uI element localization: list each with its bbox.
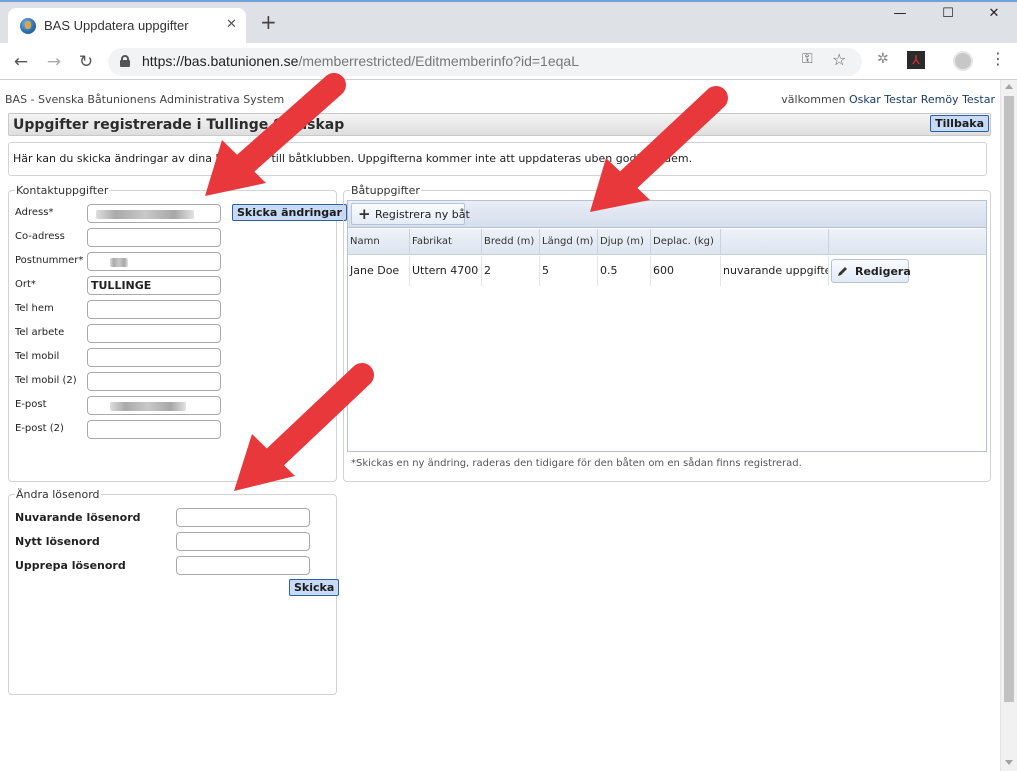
- contact-field-input[interactable]: [87, 372, 221, 391]
- boat-displacement-cell: 600: [651, 256, 721, 286]
- info-text: Här kan du skicka ändringar av dina ko p…: [13, 152, 693, 165]
- submit-password-button[interactable]: Skicka: [289, 579, 340, 596]
- boats-note: *Skickas en ny ändring, raderas den tidi…: [351, 458, 802, 469]
- new-password-input[interactable]: [176, 532, 310, 551]
- browser-chrome: BAS Uppdatera uppgifter ✕ + — ☐ ✕ ← → ↻ …: [0, 0, 1017, 80]
- contact-field-input[interactable]: [87, 228, 221, 247]
- minimize-button[interactable]: —: [880, 6, 920, 26]
- contact-field-label: Co-adress: [15, 231, 65, 242]
- column-header[interactable]: Djup (m): [598, 229, 651, 255]
- boats-fieldset: Båtuppgifter + Registrera ny båt Namn Fa…: [343, 184, 991, 482]
- password-fieldset: Ändra lösenord Nuvarande lösenord Nytt l…: [8, 488, 340, 695]
- redacted-value: [110, 402, 186, 411]
- contact-field-label: Postnummer*: [15, 255, 84, 266]
- menu-kebab-icon[interactable]: ⋮: [990, 49, 1006, 68]
- close-window-button[interactable]: ✕: [974, 6, 1014, 26]
- page-scrollbar[interactable]: [1000, 80, 1017, 771]
- window-frame: [0, 0, 1017, 2]
- star-icon[interactable]: ☆: [832, 50, 846, 69]
- password-legend: Ändra lösenord: [15, 488, 101, 501]
- contact-field-label: E-post (2): [15, 423, 64, 434]
- url-text[interactable]: https://bas.batunionen.se/memberrestrict…: [142, 53, 579, 69]
- contact-field-label: Tel arbete: [15, 327, 65, 338]
- contact-field-label: Tel mobil (2): [15, 375, 77, 386]
- boats-legend: Båtuppgifter: [350, 184, 421, 197]
- boat-make-cell: Uttern 4700: [410, 256, 482, 286]
- app-name: BAS - Svenska Båtunionens Administrativa…: [5, 93, 285, 106]
- key-icon[interactable]: ⚿: [802, 51, 813, 67]
- repeat-password-label: Upprepa lösenord: [15, 559, 126, 572]
- maximize-button[interactable]: ☐: [928, 6, 968, 26]
- contact-field-input[interactable]: [87, 324, 221, 343]
- page-title-bar: Uppgifter registrerade i Tullinge Se lls…: [8, 113, 991, 136]
- redacted-value: [110, 258, 128, 267]
- contact-field-input[interactable]: TULLINGE: [87, 276, 221, 295]
- contact-field-input[interactable]: [87, 420, 221, 439]
- pencil-icon: [838, 266, 848, 276]
- contact-field-input[interactable]: [87, 204, 221, 223]
- contact-field-label: Tel mobil: [15, 351, 60, 362]
- column-header: [721, 229, 829, 255]
- new-tab-button[interactable]: +: [260, 12, 277, 32]
- contact-field-input[interactable]: [87, 300, 221, 319]
- address-bar[interactable]: https://bas.batunionen.se/memberrestrict…: [108, 48, 862, 76]
- scroll-down-icon[interactable]: [1005, 760, 1013, 765]
- contact-field-input[interactable]: [87, 396, 221, 415]
- column-header[interactable]: Fabrikat: [410, 229, 482, 255]
- contact-field-input[interactable]: [87, 252, 221, 271]
- page-content: BAS - Svenska Båtunionens Administrativa…: [0, 80, 1000, 771]
- browser-tab[interactable]: BAS Uppdatera uppgifter ✕: [8, 8, 246, 43]
- globe-icon: [20, 18, 36, 34]
- contact-field-label: Adress*: [15, 207, 54, 218]
- grid-header: Namn Fabrikat Bredd (m) Längd (m) Djup (…: [348, 229, 986, 255]
- edit-boat-button[interactable]: Redigera: [831, 259, 911, 283]
- grid-toolbar: + Registrera ny båt: [348, 201, 986, 228]
- column-header[interactable]: Längd (m): [540, 229, 598, 255]
- contact-field-input[interactable]: [87, 348, 221, 367]
- extension-icon[interactable]: ✲: [877, 51, 895, 69]
- register-boat-button[interactable]: + Registrera ny båt: [351, 203, 470, 225]
- contact-field-label: E-post: [15, 399, 47, 410]
- column-header[interactable]: Deplac. (kg): [651, 229, 721, 255]
- close-tab-icon[interactable]: ✕: [226, 17, 237, 32]
- welcome-text: välkommen Oskar Testar Remöy Testar: [781, 93, 995, 106]
- edit-boat-label: Redigera: [855, 265, 911, 278]
- boats-grid: + Registrera ny båt Namn Fabrikat Bredd …: [347, 200, 987, 452]
- boat-length-cell: 5: [540, 256, 598, 286]
- page-title: Uppgifter registrerade i Tullinge Se lls…: [13, 117, 345, 133]
- plus-icon: +: [358, 205, 371, 223]
- boat-depth-cell: 0.5: [598, 256, 651, 286]
- boat-width-cell: 2: [482, 256, 540, 286]
- pdf-extension-icon[interactable]: ⅄: [907, 51, 925, 69]
- register-boat-label: Registrera ny båt: [375, 208, 470, 221]
- current-password-input[interactable]: [176, 508, 310, 527]
- reload-icon[interactable]: ↻: [73, 49, 99, 75]
- current-password-label: Nuvarande lösenord: [15, 511, 141, 524]
- tab-title: BAS Uppdatera uppgifter: [44, 18, 189, 33]
- profile-avatar[interactable]: [953, 51, 973, 71]
- repeat-password-input[interactable]: [176, 556, 310, 575]
- lock-icon: [120, 55, 130, 67]
- contact-field-label: Ort*: [15, 279, 36, 290]
- send-changes-button[interactable]: Skicka ändringar: [232, 204, 347, 221]
- info-box: Här kan du skicka ändringar av dina ko p…: [8, 142, 987, 176]
- back-arrow-icon[interactable]: ←: [8, 49, 34, 75]
- new-password-label: Nytt lösenord: [15, 535, 100, 548]
- redacted-value: [96, 210, 194, 219]
- contact-legend: Kontaktuppgifter: [15, 184, 110, 197]
- scroll-up-icon[interactable]: [1005, 84, 1013, 89]
- contact-field-label: Tel hem: [15, 303, 54, 314]
- user-name[interactable]: Oskar Testar Remöy Testar: [849, 93, 995, 106]
- contact-fieldset: Kontaktuppgifter Adress* Co-adress Postnum…: [8, 184, 347, 482]
- forward-arrow-icon[interactable]: →: [41, 49, 67, 75]
- browser-toolbar: ← → ↻ https://bas.batunionen.se/memberre…: [0, 43, 1017, 80]
- scroll-thumb[interactable]: [1004, 96, 1014, 702]
- column-header[interactable]: Bredd (m): [482, 229, 540, 255]
- column-header[interactable]: Namn: [348, 229, 410, 255]
- boat-name-cell: Jane Doe: [348, 256, 410, 286]
- boat-status-cell: nuvarande uppgifter: [721, 256, 829, 286]
- back-button[interactable]: Tillbaka: [930, 115, 989, 132]
